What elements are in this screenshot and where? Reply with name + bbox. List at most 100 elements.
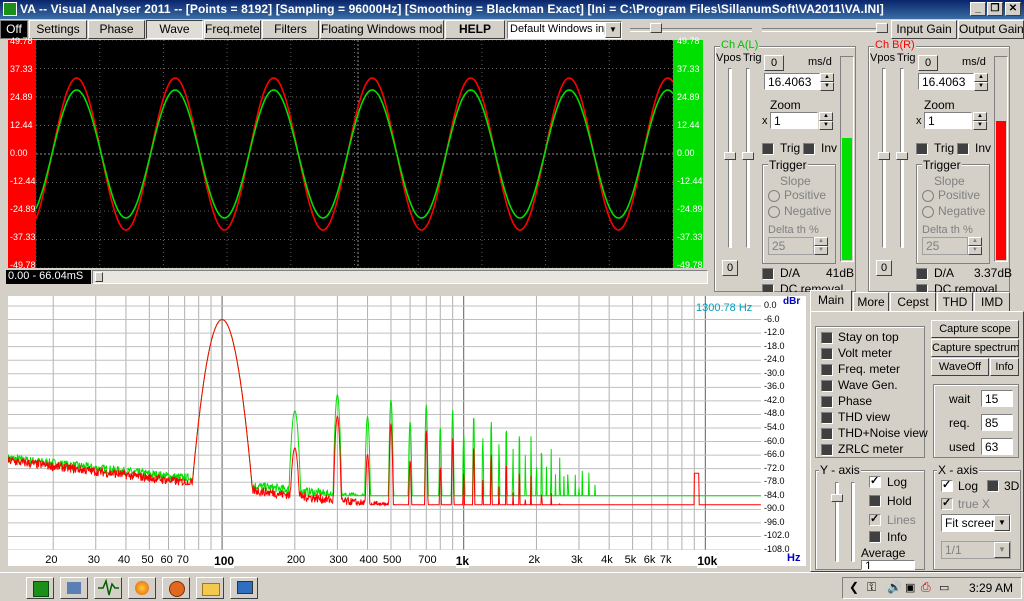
start-va-icon[interactable] xyxy=(26,577,54,599)
trig-slider-thumb[interactable] xyxy=(742,152,754,160)
delta-down-arrow-icon[interactable]: ▼ xyxy=(814,246,828,255)
main-option-checkbox[interactable] xyxy=(821,444,833,456)
delta-down-arrow-icon[interactable]: ▼ xyxy=(968,246,982,255)
tab-main[interactable]: Main xyxy=(810,290,852,312)
close-button[interactable]: ✕ xyxy=(1005,2,1021,16)
media-app-icon[interactable] xyxy=(162,577,190,599)
zoom-down-arrow-icon[interactable]: ▼ xyxy=(973,121,987,130)
ms-field[interactable]: 16.4063 xyxy=(764,73,820,90)
dcremoval-checkbox[interactable] xyxy=(916,284,928,292)
zoom-field[interactable]: 1 xyxy=(770,112,818,129)
ms-field[interactable]: 16.4063 xyxy=(918,73,974,90)
layout-select[interactable]: Default Windows inp ▼ xyxy=(507,21,622,39)
output-gain-button[interactable]: Output Gain xyxy=(958,20,1024,39)
ms-reset-button[interactable]: 0 xyxy=(918,55,938,71)
delta-up-arrow-icon[interactable]: ▲ xyxy=(814,237,828,246)
delta-field[interactable]: 25 xyxy=(768,237,814,255)
tab-more[interactable]: More xyxy=(853,292,889,312)
yaxis-slider-2[interactable] xyxy=(851,482,855,562)
gain-slider-track-2[interactable] xyxy=(762,28,888,32)
vpos-slider-thumb[interactable] xyxy=(878,152,890,160)
input-gain-button[interactable]: Input Gain xyxy=(891,20,957,39)
settings-button[interactable]: Settings xyxy=(29,20,87,39)
delta-field[interactable]: 25 xyxy=(922,237,968,255)
tab-imd[interactable]: IMD xyxy=(974,292,1010,312)
taskbar-app-icon[interactable] xyxy=(60,577,88,599)
firefox-icon[interactable] xyxy=(128,577,156,599)
oscilloscope-display[interactable] xyxy=(8,40,673,268)
scope-scroll-thumb[interactable] xyxy=(95,272,103,282)
req-field[interactable]: 85 xyxy=(981,414,1013,431)
ms-reset-button[interactable]: 0 xyxy=(764,55,784,71)
vpos-reset-button[interactable]: 0 xyxy=(876,260,892,276)
computer-icon[interactable] xyxy=(230,577,258,599)
main-option-checkbox[interactable] xyxy=(821,364,833,376)
ms-down-arrow-icon[interactable]: ▼ xyxy=(974,82,988,91)
y-lines-checkbox[interactable] xyxy=(869,512,881,526)
dcremoval-checkbox[interactable] xyxy=(762,284,774,292)
delta-up-arrow-icon[interactable]: ▲ xyxy=(968,237,982,246)
main-option-checkbox[interactable] xyxy=(821,380,833,392)
zoom-down-arrow-icon[interactable]: ▼ xyxy=(819,121,833,130)
positive-radio[interactable] xyxy=(922,190,934,202)
negative-radio[interactable] xyxy=(922,206,934,218)
ratio-select[interactable]: 1/1 ▼ xyxy=(941,541,1011,559)
ms-up-arrow-icon[interactable]: ▲ xyxy=(974,73,988,82)
waveoff-button[interactable]: WaveOff xyxy=(931,358,989,376)
y-hold-checkbox[interactable] xyxy=(869,495,881,507)
maximize-button[interactable]: ❐ xyxy=(987,2,1003,16)
chevron-down-icon[interactable]: ▼ xyxy=(994,542,1010,558)
vpos-reset-button[interactable]: 0 xyxy=(722,260,738,276)
used-field[interactable]: 63 xyxy=(981,438,1013,455)
inv-checkbox[interactable] xyxy=(803,143,815,155)
inv-checkbox[interactable] xyxy=(957,143,969,155)
tray-chevron-icon[interactable]: ❮ xyxy=(849,580,859,594)
trig-checkbox[interactable] xyxy=(916,143,928,155)
freqmeter-button[interactable]: Freq.meter xyxy=(204,20,261,39)
x-3d-checkbox[interactable] xyxy=(987,480,999,492)
tab-cepst[interactable]: Cepst xyxy=(890,292,936,312)
wait-field[interactable]: 15 xyxy=(981,390,1013,407)
floating-windows-button[interactable]: Floating Windows mode xyxy=(320,20,444,39)
tray-printer-icon[interactable]: ⎙ xyxy=(921,580,931,595)
trig-slider-thumb[interactable] xyxy=(896,152,908,160)
vpos-slider-thumb[interactable] xyxy=(724,152,736,160)
main-option-checkbox[interactable] xyxy=(821,396,833,408)
folder-icon[interactable] xyxy=(196,577,224,599)
main-option-checkbox[interactable] xyxy=(821,348,833,360)
help-button[interactable]: HELP xyxy=(445,20,505,39)
main-option-checkbox[interactable] xyxy=(821,412,833,424)
tray-app-icon[interactable]: ▣ xyxy=(905,581,915,594)
spectrum-display[interactable]: 1300.78 Hz xyxy=(8,296,761,566)
zoom-up-arrow-icon[interactable]: ▲ xyxy=(819,112,833,121)
phase-button[interactable]: Phase xyxy=(88,20,145,39)
info-button[interactable]: Info xyxy=(990,358,1019,376)
main-option-checkbox[interactable] xyxy=(821,428,833,440)
gain-slider-track[interactable] xyxy=(630,28,752,32)
wave-button[interactable]: Wave xyxy=(146,20,203,39)
ms-up-arrow-icon[interactable]: ▲ xyxy=(820,73,834,82)
yaxis-slider-thumb[interactable] xyxy=(831,494,843,502)
trig-checkbox[interactable] xyxy=(762,143,774,155)
waveform-app-icon[interactable] xyxy=(94,577,122,599)
positive-radio[interactable] xyxy=(768,190,780,202)
gain-slider-thumb[interactable] xyxy=(650,23,662,33)
zoom-field[interactable]: 1 xyxy=(924,112,972,129)
chevron-down-icon[interactable]: ▼ xyxy=(994,515,1010,531)
ms-down-arrow-icon[interactable]: ▼ xyxy=(820,82,834,91)
tab-thd[interactable]: THD xyxy=(937,292,973,312)
da-checkbox[interactable] xyxy=(762,268,774,280)
gain-slider-thumb-2[interactable] xyxy=(876,23,888,33)
zoom-up-arrow-icon[interactable]: ▲ xyxy=(973,112,987,121)
negative-radio[interactable] xyxy=(768,206,780,218)
volume-icon[interactable]: 🔊 xyxy=(887,580,902,594)
dcremoval-row[interactable]: DC removal xyxy=(916,284,1006,292)
fit-screen-select[interactable]: Fit screen ▼ xyxy=(941,514,1011,532)
scope-scrollbar[interactable] xyxy=(92,270,708,284)
filters-button[interactable]: Filters xyxy=(262,20,319,39)
y-log-checkbox[interactable] xyxy=(869,474,881,488)
average-select[interactable]: 1 xyxy=(861,560,915,570)
x-truex-checkbox[interactable] xyxy=(941,496,953,510)
chevron-down-icon[interactable]: ▼ xyxy=(605,22,621,38)
network-icon[interactable]: ⚿ xyxy=(867,580,876,595)
